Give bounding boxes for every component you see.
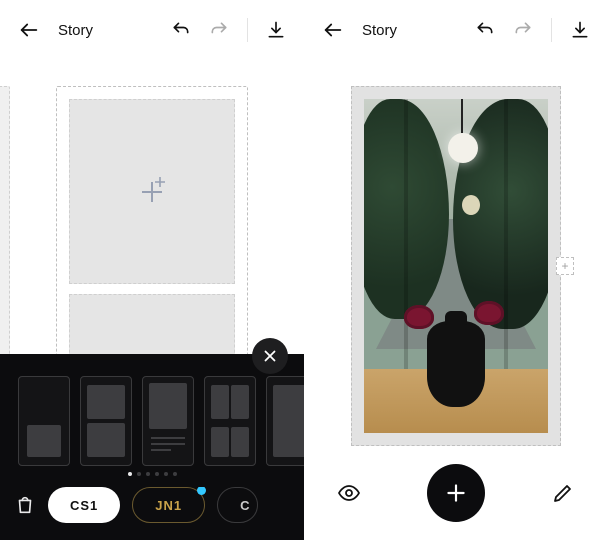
add-frame-button[interactable]: + xyxy=(556,257,574,275)
redo-button[interactable] xyxy=(209,20,229,40)
download-button[interactable] xyxy=(266,20,286,40)
photo-content[interactable] xyxy=(364,99,548,433)
pack-pill[interactable]: CS1 xyxy=(48,487,120,523)
image-slot-1[interactable] xyxy=(69,99,235,284)
canvas-area: + xyxy=(304,86,608,446)
pack-bar: CS1 JN1 C xyxy=(0,484,304,526)
redo-button[interactable] xyxy=(513,20,533,40)
preview-button[interactable] xyxy=(337,481,361,505)
toolbar-separator xyxy=(247,18,248,42)
bottom-toolbar xyxy=(304,458,608,528)
pack-pill[interactable]: JN1 xyxy=(132,487,205,523)
layout-thumb[interactable] xyxy=(80,376,132,466)
undo-button[interactable] xyxy=(171,20,191,40)
page-title: Story xyxy=(362,22,397,39)
new-badge xyxy=(197,487,206,495)
layout-pager-dots[interactable] xyxy=(0,472,304,476)
close-drawer-button[interactable] xyxy=(252,338,288,374)
layout-drawer: CS1 JN1 C xyxy=(0,354,304,540)
undo-button[interactable] xyxy=(475,20,495,40)
screen-template-picker: Story xyxy=(0,0,304,540)
top-bar: Story xyxy=(304,0,608,60)
screen-editor: Story xyxy=(304,0,608,540)
top-bar: Story xyxy=(0,0,304,60)
layout-thumbnails xyxy=(18,376,286,466)
back-button[interactable] xyxy=(322,19,344,41)
layout-thumb[interactable] xyxy=(142,376,194,466)
add-button[interactable] xyxy=(427,464,485,522)
page-title: Story xyxy=(58,22,93,39)
story-canvas[interactable]: + xyxy=(351,86,561,446)
toolbar-separator xyxy=(551,18,552,42)
lamp-icon xyxy=(448,133,478,163)
shop-button[interactable] xyxy=(14,494,36,516)
pack-pill[interactable]: C xyxy=(217,487,257,523)
add-image-icon xyxy=(142,182,162,202)
download-button[interactable] xyxy=(570,20,590,40)
layout-thumb[interactable] xyxy=(204,376,256,466)
layout-thumb[interactable] xyxy=(18,376,70,466)
back-button[interactable] xyxy=(18,19,40,41)
edit-button[interactable] xyxy=(551,481,575,505)
